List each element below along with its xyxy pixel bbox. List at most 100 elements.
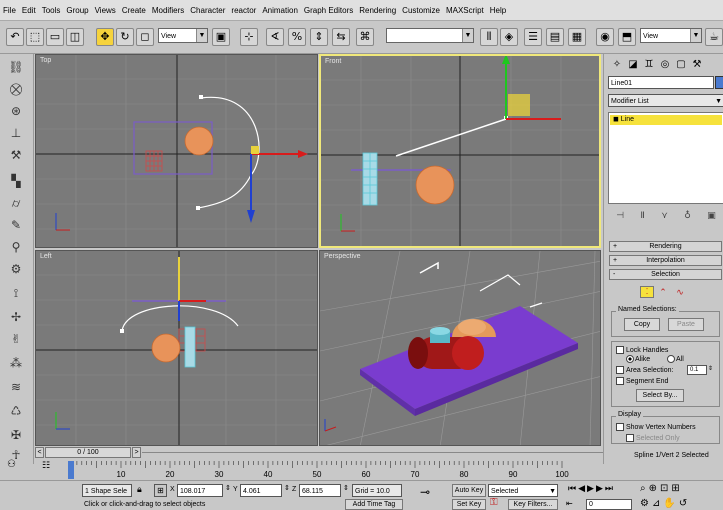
cylinder-icon[interactable]: ⌭	[7, 194, 25, 212]
align-icon[interactable]: ◈	[500, 28, 518, 46]
menu-customize[interactable]: Customize	[399, 6, 443, 15]
configure-sets-icon[interactable]: ▣	[707, 211, 716, 221]
time-slider-thumb[interactable]: 0 / 100	[45, 447, 131, 458]
mirror-icon[interactable]: ⇆	[332, 28, 350, 46]
pan-icon[interactable]: ✋	[663, 498, 678, 509]
bone-icon[interactable]: ⚲	[7, 238, 25, 256]
menu-file[interactable]: File	[0, 6, 19, 15]
segment-end-checkbox[interactable]: Segment End	[616, 377, 668, 385]
move-icon[interactable]: ✥	[96, 28, 114, 46]
key-filters-button[interactable]: Key Filters...	[508, 499, 558, 510]
window-crossing-icon[interactable]: ◫	[66, 28, 84, 46]
particle-icon[interactable]: ⁂	[7, 354, 25, 372]
checker-icon[interactable]: ▚	[7, 172, 25, 190]
next-key-icon[interactable]: ▶	[596, 484, 605, 494]
menu-graph-editors[interactable]: Graph Editors	[301, 6, 356, 15]
menu-reactor[interactable]: reactor	[228, 6, 259, 15]
prev-key-icon[interactable]: ◀	[578, 484, 587, 494]
helper-icon[interactable]: ✢	[7, 308, 25, 326]
key-icon[interactable]: ⊸	[420, 485, 430, 499]
gear-icon[interactable]: ⚙	[7, 260, 25, 278]
reactor-icon[interactable]: ♺	[7, 402, 25, 420]
paste-button[interactable]: Paste	[668, 318, 704, 331]
create-tab-icon[interactable]: ✧	[610, 58, 624, 72]
modify-tab-icon[interactable]: ◪	[626, 58, 640, 72]
selected-only-checkbox[interactable]: Selected Only	[626, 434, 680, 442]
zoom-extents-all-icon[interactable]: ⊞	[671, 483, 682, 494]
area-spinner-icon[interactable]: ⇕	[708, 365, 713, 372]
spinner-snap-icon[interactable]: ⇕	[310, 28, 328, 46]
show-end-result-icon[interactable]: Ⅱ	[640, 211, 644, 221]
menu-maxscript[interactable]: MAXScript	[443, 6, 487, 15]
object-name-field[interactable]: Line01	[608, 76, 714, 89]
orbit-icon[interactable]: ↺	[679, 498, 690, 509]
zoom-all-icon[interactable]: ⊕	[649, 483, 660, 494]
link-icon[interactable]: ⛓	[7, 58, 25, 76]
mini-listener-icon[interactable]: ⚇	[7, 459, 16, 470]
prev-frame-arrow-icon[interactable]: <	[35, 447, 44, 458]
lights-icon[interactable]: ⊥	[7, 124, 25, 142]
snap-icon[interactable]: ⊹	[240, 28, 258, 46]
key-set-dropdown[interactable]: Selected ▼	[488, 484, 558, 497]
make-unique-icon[interactable]: ⋎	[661, 211, 668, 221]
named-selection-icon[interactable]: ⌘	[356, 28, 374, 46]
track-bar-icon[interactable]: ☷	[35, 461, 57, 475]
angle-snap-icon[interactable]: ∢	[266, 28, 284, 46]
add-time-tag-button[interactable]: Add Time Tag	[345, 499, 403, 510]
z-coord-field[interactable]: 68.115	[299, 484, 341, 497]
y-coord-field[interactable]: 4.061	[240, 484, 282, 497]
x-spinner-icon[interactable]: ⇕	[225, 484, 231, 492]
set-key-icon[interactable]: ⚿	[490, 497, 498, 508]
go-to-end-icon[interactable]: ⏭	[605, 484, 615, 494]
character-icon[interactable]: ✌	[7, 330, 25, 348]
vertex-mode-icon[interactable]: ⁚	[640, 286, 654, 298]
all-radio[interactable]: All	[667, 355, 684, 363]
viewport-top[interactable]: Top	[35, 54, 318, 248]
selection-rollout[interactable]: - Selection	[609, 269, 722, 280]
viewport-front[interactable]: Front	[319, 54, 601, 248]
interpolation-rollout[interactable]: + Interpolation	[609, 255, 722, 266]
area-selection-input[interactable]: 0.1	[687, 365, 707, 375]
tools-icon[interactable]: ⚒	[7, 146, 25, 164]
copy-button[interactable]: Copy	[624, 318, 660, 331]
modifier-list-dropdown[interactable]: Modifier List ▼	[608, 94, 723, 107]
zoom-extents-icon[interactable]: ⊡	[660, 483, 671, 494]
lock-handles-checkbox[interactable]: Lock Handles	[616, 346, 668, 354]
rendering-rollout[interactable]: + Rendering	[609, 241, 722, 252]
select-region-icon[interactable]: ▭	[46, 28, 64, 46]
quick-render-icon[interactable]: ☕	[705, 28, 723, 46]
select-by-button[interactable]: Select By...	[636, 389, 684, 402]
menu-rendering[interactable]: Rendering	[356, 6, 399, 15]
segment-mode-icon[interactable]: ⌃	[656, 286, 670, 298]
menu-help[interactable]: Help	[487, 6, 509, 15]
pivot-icon[interactable]: ▣	[212, 28, 230, 46]
display-tab-icon[interactable]: ▢	[674, 58, 688, 72]
set-key-button[interactable]: Set Key	[452, 499, 486, 510]
viewport-perspective[interactable]: Perspective	[319, 250, 601, 446]
menu-create[interactable]: Create	[119, 6, 149, 15]
hierarchy-tab-icon[interactable]: ♊	[642, 58, 656, 72]
menu-character[interactable]: Character	[187, 6, 228, 15]
unlink-icon[interactable]: ⛒	[7, 80, 25, 98]
menu-tools[interactable]: Tools	[39, 6, 64, 15]
area-selection-checkbox[interactable]: Area Selection:	[616, 366, 673, 374]
viewport-left[interactable]: Left	[35, 250, 318, 446]
wave-icon[interactable]: ≋	[7, 378, 25, 396]
z-spinner-icon[interactable]: ⇕	[343, 484, 349, 492]
field-of-view-icon[interactable]: ⊿	[652, 498, 663, 509]
zoom-icon[interactable]: ⌕	[640, 483, 649, 494]
key-mode-icon[interactable]: ⇤	[566, 499, 573, 508]
select-icon[interactable]: ⬚	[26, 28, 44, 46]
scale-icon[interactable]: ◻	[136, 28, 154, 46]
utilities-tab-icon[interactable]: ⚒	[690, 58, 704, 72]
play-icon[interactable]: ▶	[587, 484, 596, 494]
time-config-icon[interactable]: ⚙	[640, 498, 652, 509]
auto-key-button[interactable]: Auto Key	[452, 484, 486, 497]
bind-space-warp-icon[interactable]: ⊛	[7, 102, 25, 120]
spline-mode-icon[interactable]: ∿	[672, 286, 688, 298]
current-frame-field[interactable]: 0	[586, 499, 632, 510]
pin-stack-icon[interactable]: ⊣	[616, 211, 624, 221]
rigid-body-icon[interactable]: ✠	[7, 426, 25, 444]
render-type-dropdown[interactable]: View ▼	[640, 28, 702, 43]
absolute-mode-icon[interactable]: ⊞	[154, 484, 167, 497]
